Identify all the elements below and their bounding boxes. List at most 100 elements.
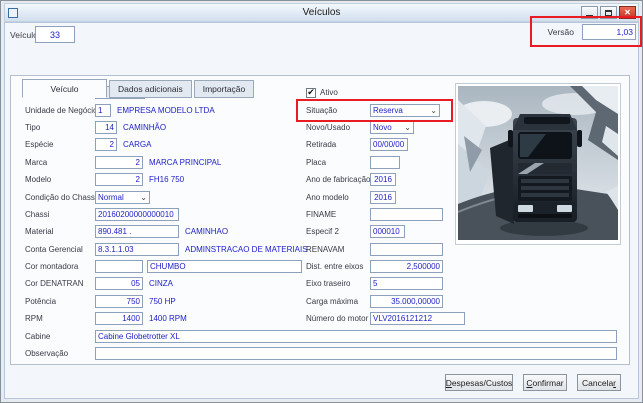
tab-importacao[interactable]: Importação [193, 80, 255, 98]
especif2-input[interactable] [370, 225, 405, 239]
eixo-traseiro-input[interactable] [370, 277, 443, 291]
carga-maxima-input[interactable] [370, 294, 443, 308]
especie-label: Espécie [25, 140, 54, 150]
versao-input[interactable] [582, 23, 636, 40]
numero-motor-label: Número do motor [306, 314, 369, 324]
tipo-desc: CAMINHÃO [123, 122, 167, 132]
despesas-custos-button[interactable]: Despesas/Custos [445, 374, 513, 391]
chevron-down-icon: ⌄ [404, 122, 411, 132]
field-row-ano-modelo: Ano modelo [306, 188, 476, 205]
retirada-input[interactable] [370, 138, 408, 152]
conta-gerencial-label: Conta Gerencial [25, 244, 83, 254]
vehicle-number-input[interactable] [35, 26, 75, 43]
field-row-dist-entre-eixos: Dist. entre eixos [306, 258, 476, 275]
situacao-dropdown[interactable]: Reserva ⌄ [370, 103, 440, 117]
client-area: Veículo Veículo Dados adicionais Importa… [4, 22, 639, 399]
modelo-desc: FH16 750 [149, 175, 185, 185]
footer-button-bar: Despesas/Custos Confirmar Cancela r [445, 374, 621, 391]
field-row-finame: FINAME [306, 206, 476, 223]
especif2-label: Especif 2 [306, 227, 339, 237]
unidade-negocio-input[interactable] [95, 103, 111, 117]
versao-label: Versão [547, 26, 574, 37]
field-row-ano-fabricacao: Ano de fabricação [306, 171, 476, 188]
field-row-numero-motor: Número do motor [306, 310, 476, 327]
placa-input[interactable] [370, 155, 400, 169]
condicao-chassi-label: Condição do Chassi [25, 192, 97, 202]
marca-label: Marca [25, 157, 48, 167]
unidade-negocio-label: Unidade de Negócio [25, 105, 98, 115]
field-row-novo-usado: Novo/Usado Novo ⌄ [306, 119, 476, 136]
observacao-label: Observação [25, 349, 69, 359]
vehicle-photo [455, 83, 621, 245]
chassi-label: Chassi [25, 209, 50, 219]
modelo-label: Modelo [25, 175, 52, 185]
condicao-chassi-dropdown[interactable]: Normal ⌄ [95, 190, 150, 204]
button-text: onfirmar [532, 377, 564, 388]
cor-denatran-desc: CINZA [149, 279, 173, 289]
chassi-input[interactable] [95, 207, 179, 221]
cor-montadora-code-input[interactable] [95, 260, 143, 274]
especie-input[interactable] [95, 138, 117, 152]
potencia-label: Potência [25, 296, 57, 306]
novo-usado-value: Novo [373, 122, 392, 132]
conta-gerencial-desc: ADMINSTRACAO DE MATERIAIS [185, 244, 308, 254]
window-title: Veículos [302, 7, 341, 18]
finame-input[interactable] [370, 207, 443, 221]
tab-veiculo[interactable]: Veículo [22, 79, 107, 98]
material-label: Material [25, 227, 54, 237]
material-input[interactable] [95, 225, 179, 239]
field-row-renavam: RENAVAM [306, 241, 476, 258]
cabine-label: Cabine [25, 331, 51, 341]
field-row-situacao: Situação Reserva ⌄ [306, 101, 476, 118]
ativo-checkbox[interactable]: ✔ [306, 87, 316, 98]
cor-montadora-label: Cor montadora [25, 262, 79, 272]
marca-input[interactable] [95, 155, 143, 169]
retirada-label: Retirada [306, 140, 337, 150]
renavam-label: RENAVAM [306, 244, 345, 254]
field-row-cabine: Cabine [25, 327, 621, 344]
eixo-traseiro-label: Eixo traseiro [306, 279, 351, 289]
potencia-input[interactable] [95, 294, 143, 308]
marca-desc: MARCA PRINCIPAL [149, 157, 222, 167]
confirmar-button[interactable]: Confirmar [523, 374, 567, 391]
cor-montadora-desc-input[interactable] [147, 260, 302, 274]
tab-dados-adicionais[interactable]: Dados adicionais [109, 80, 192, 98]
cor-denatran-input[interactable] [95, 277, 143, 291]
numero-motor-input[interactable] [370, 312, 465, 326]
carga-maxima-label: Carga máxima [306, 296, 359, 306]
button-text: Cancela [581, 377, 614, 388]
truck-photo-illustration [458, 86, 618, 240]
finame-label: FINAME [306, 209, 337, 219]
condicao-chassi-value: Normal [98, 192, 124, 202]
potencia-desc: 750 HP [149, 296, 176, 306]
dist-entre-eixos-input[interactable] [370, 260, 443, 274]
button-text: espesas/Custos [451, 377, 513, 388]
cabine-input[interactable] [95, 329, 617, 343]
field-row-ativo: ✔ Ativo [306, 84, 476, 101]
ano-fabricacao-input[interactable] [370, 173, 396, 187]
ano-modelo-input[interactable] [370, 190, 396, 204]
situacao-label: Situação [306, 105, 338, 115]
field-row-eixo-traseiro: Eixo traseiro [306, 275, 476, 292]
observacao-input[interactable] [95, 347, 617, 361]
especie-desc: CARGA [123, 140, 152, 150]
modelo-input[interactable] [95, 173, 143, 187]
dist-entre-eixos-label: Dist. entre eixos [306, 262, 364, 272]
rpm-label: RPM [25, 314, 43, 324]
unidade-negocio-desc: EMPRESA MODELO LTDA [117, 105, 215, 115]
novo-usado-dropdown[interactable]: Novo ⌄ [370, 120, 414, 134]
field-row-carga-maxima: Carga máxima [306, 293, 476, 310]
cancelar-button[interactable]: Cancela r [577, 374, 621, 391]
material-desc: CAMINHAO [185, 227, 229, 237]
ano-fabricacao-label: Ano de fabricação [306, 175, 371, 185]
renavam-input[interactable] [370, 242, 443, 256]
rpm-input[interactable] [95, 312, 143, 326]
novo-usado-label: Novo/Usado [306, 122, 351, 132]
vehicle-tab-panel: Modelo padrão Unidade de Negócio EMPRESA… [10, 75, 630, 365]
field-row-retirada: Retirada [306, 136, 476, 153]
tipo-input[interactable] [95, 120, 117, 134]
field-row-especif2: Especif 2 [306, 223, 476, 240]
chevron-down-icon: ⌄ [430, 105, 437, 115]
field-row-observacao: Observação [25, 345, 621, 362]
conta-gerencial-input[interactable] [95, 242, 179, 256]
